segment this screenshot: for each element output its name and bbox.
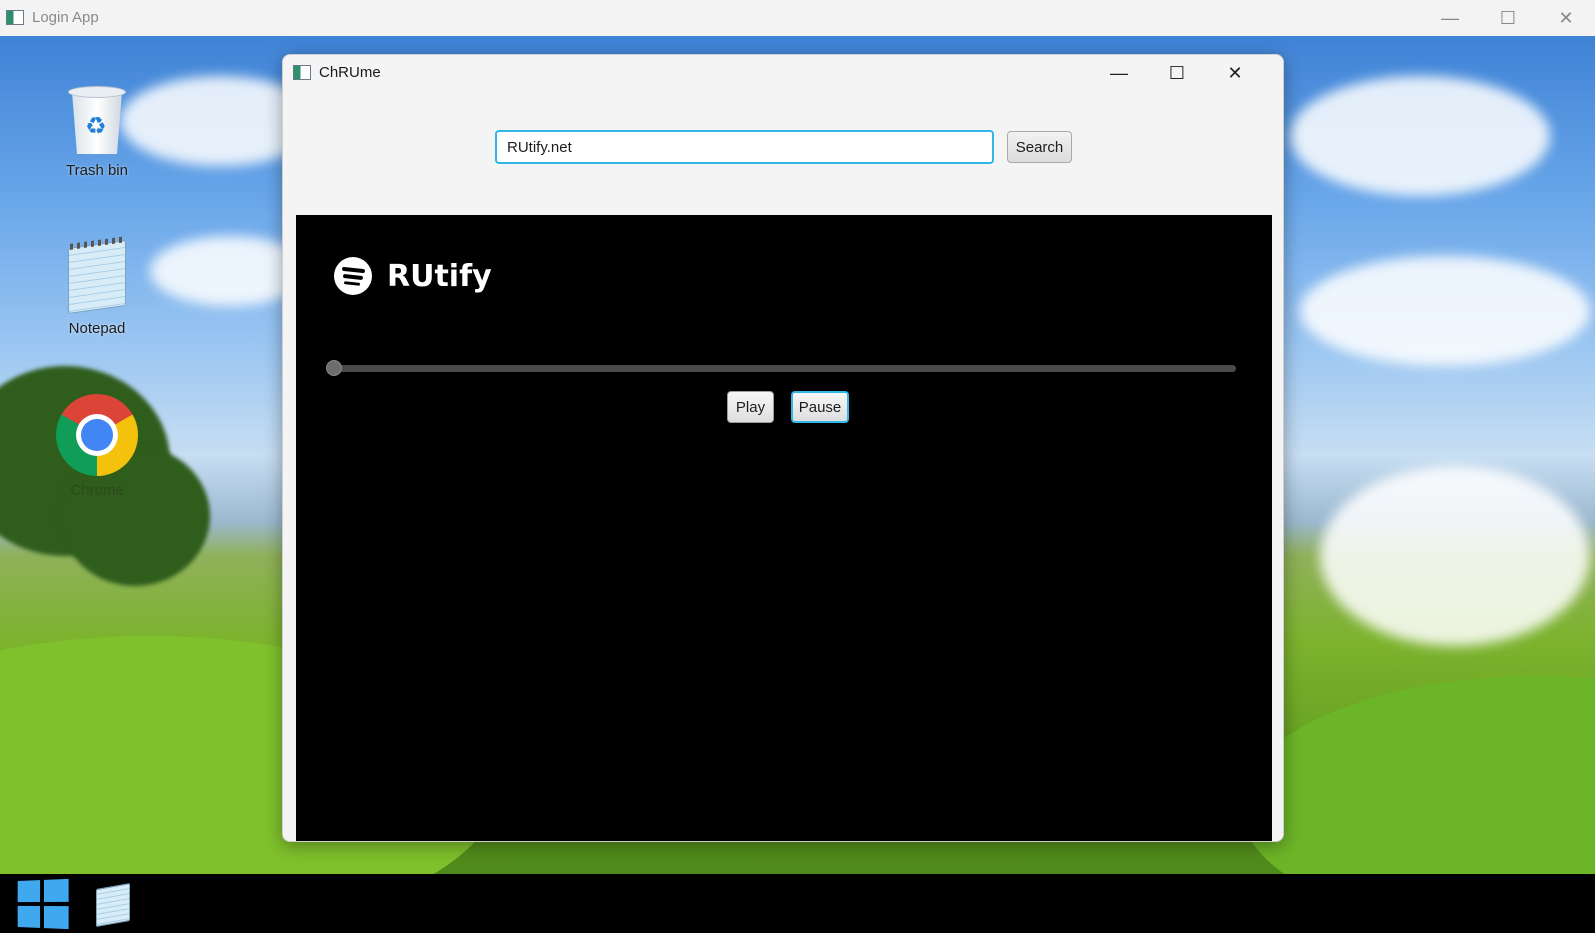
desktop-icon-label: Notepad [68,320,126,337]
desktop-icon-chrome[interactable]: Chrome [42,394,152,499]
cloud [1320,466,1590,646]
brand-logo[interactable]: RUtify [334,257,492,295]
trash-bin-icon: ♻ [66,86,128,156]
slider-thumb[interactable] [326,360,342,376]
outer-window-title: Login App [32,9,99,26]
chrume-browser-window: ChRUme — ☐ ✕ Search RUtify Play P [282,54,1284,842]
web-content: RUtify Play Pause [296,215,1272,841]
outer-minimize-button[interactable]: — [1421,0,1479,36]
outer-title-bar: Login App — ☐ ✕ [0,0,1595,36]
cloud [1300,256,1590,366]
taskbar [0,874,1595,933]
browser-window-title: ChRUme [319,64,381,81]
desktop-icon-trash-bin[interactable]: ♻ Trash bin [42,86,152,179]
pause-button[interactable]: Pause [791,391,849,423]
brand-name: RUtify [387,258,492,294]
play-button[interactable]: Play [727,391,774,423]
browser-close-button[interactable]: ✕ [1206,55,1264,91]
browser-maximize-button[interactable]: ☐ [1148,55,1206,91]
search-button[interactable]: Search [1007,131,1072,163]
outer-maximize-button[interactable]: ☐ [1479,0,1537,36]
desktop-icon-notepad[interactable]: Notepad [42,236,152,337]
spotify-logo-icon [334,257,372,295]
browser-window-icon [293,65,311,80]
notepad-icon [60,236,134,315]
browser-minimize-button[interactable]: — [1090,55,1148,91]
desktop-icon-label: Chrome [70,482,124,499]
browser-title-bar[interactable]: ChRUme — ☐ ✕ [283,55,1283,91]
login-app-window: Login App — ☐ ✕ ♻ Trash bin Notepad Chro… [0,0,1595,933]
hill [1240,676,1595,874]
slider-track[interactable] [332,365,1236,372]
desktop-icon-label: Trash bin [66,162,128,179]
chrome-icon [56,394,138,476]
taskbar-notepad-icon[interactable] [90,880,136,928]
outer-close-button[interactable]: ✕ [1537,0,1595,36]
cloud [1290,76,1550,196]
start-icon[interactable] [17,878,69,930]
url-input[interactable] [495,130,994,164]
app-window-icon [6,10,24,25]
playback-progress-slider[interactable] [326,360,1238,376]
